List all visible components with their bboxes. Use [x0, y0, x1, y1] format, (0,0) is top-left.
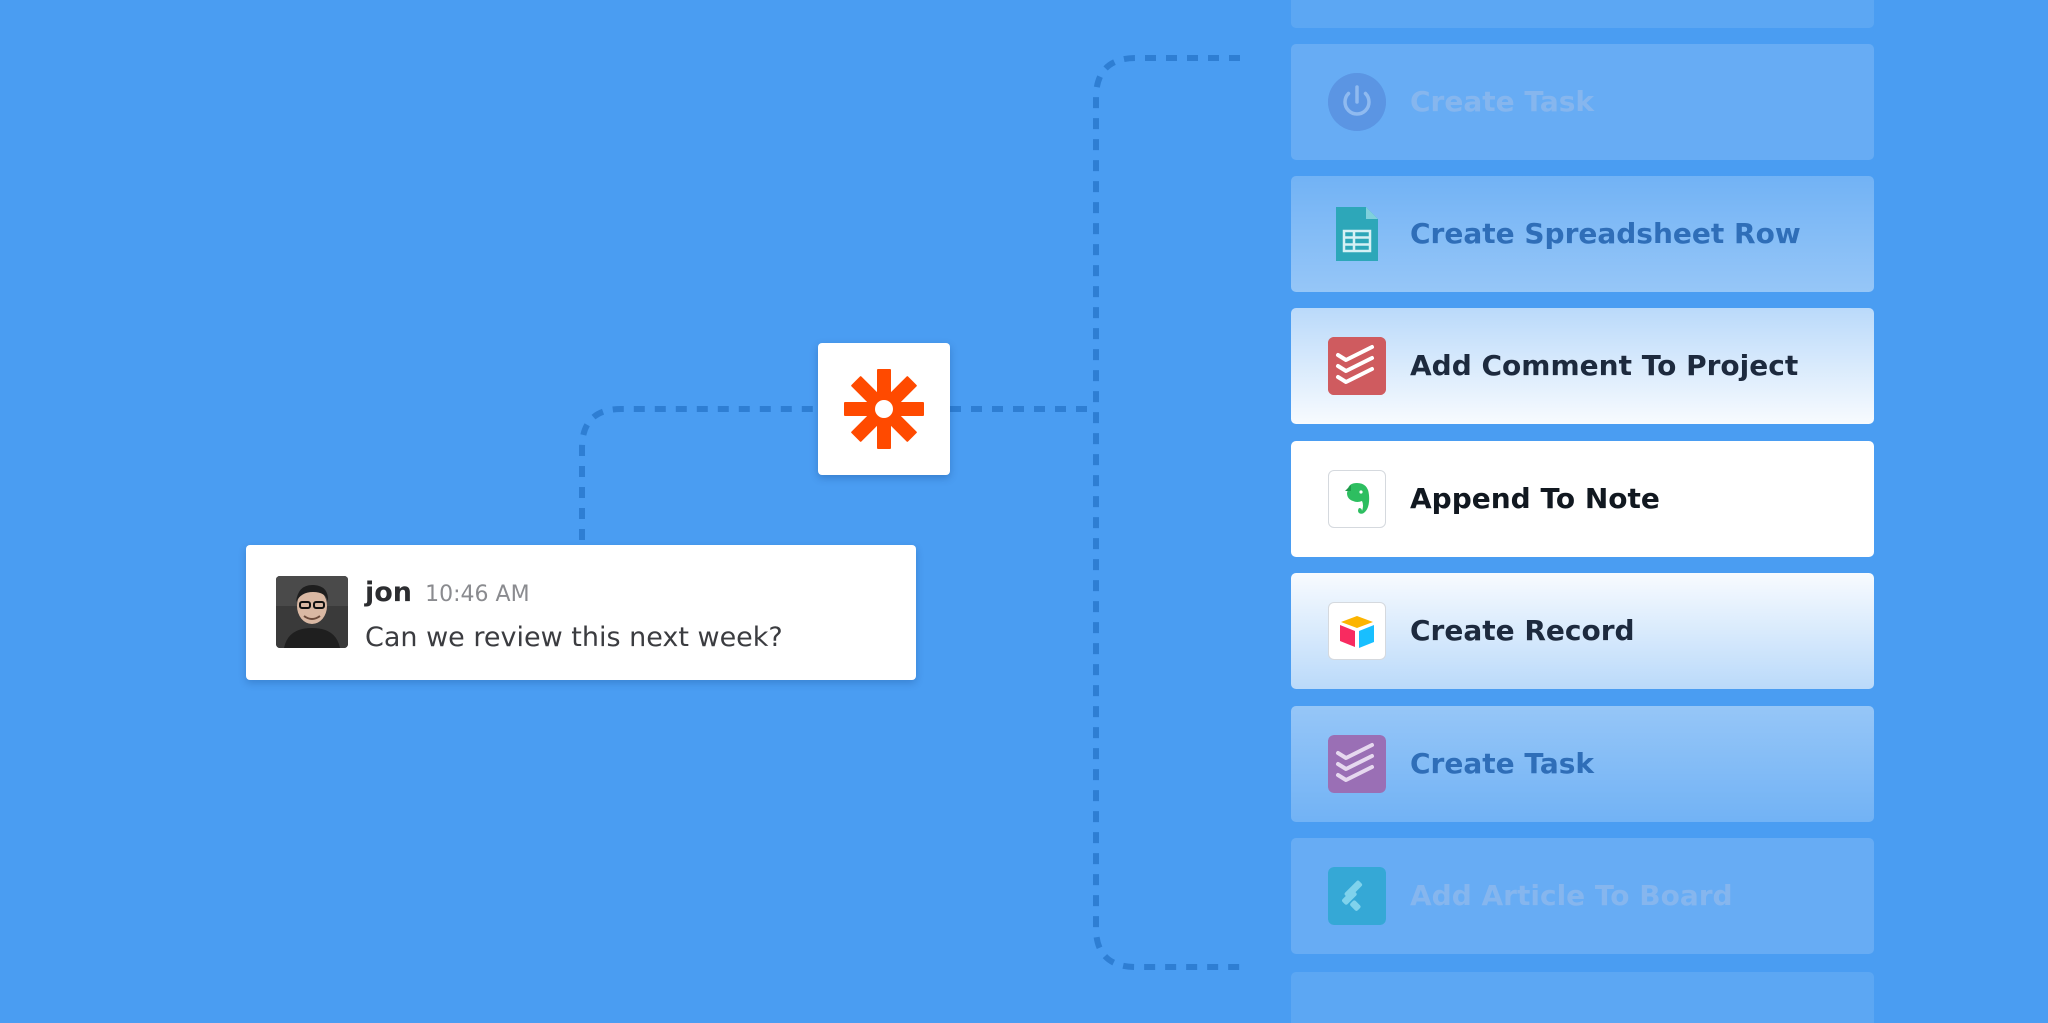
action-row-partial-top	[1291, 0, 1874, 28]
action-label: Add Comment To Project	[1410, 349, 1799, 382]
action-row-create-task-2[interactable]: Create Task	[1291, 706, 1874, 822]
action-label: Create Task	[1410, 747, 1595, 780]
action-label: Append To Note	[1410, 482, 1660, 515]
feedly-icon	[1328, 867, 1386, 925]
action-row-partial-bottom	[1291, 972, 1874, 1023]
chat-message-card[interactable]: jon 10:46 AM Can we review this next wee…	[246, 545, 916, 680]
zapier-hub[interactable]	[818, 343, 950, 475]
message-text: Can we review this next week?	[365, 622, 783, 653]
todoist-icon	[1328, 337, 1386, 395]
user-avatar-icon	[276, 576, 348, 648]
action-label: Create Spreadsheet Row	[1410, 217, 1801, 250]
connector-branch-vertical	[1093, 55, 1240, 970]
action-row-append-to-note[interactable]: Append To Note	[1291, 441, 1874, 557]
message-timestamp[interactable]: 10:46 AM	[425, 582, 529, 607]
message-username[interactable]: jon	[365, 577, 412, 608]
spreadsheet-icon	[1328, 205, 1386, 263]
evernote-icon	[1328, 470, 1386, 528]
action-label: Create Record	[1410, 614, 1635, 647]
action-row-add-article-to-board[interactable]: Add Article To Board	[1291, 838, 1874, 954]
action-label: Create Task	[1410, 85, 1595, 118]
action-row-create-task-1[interactable]: Create Task	[1291, 44, 1874, 160]
connector-message-to-hub	[579, 406, 818, 540]
avatar	[276, 576, 348, 648]
action-list: Create Task Create Spreadsheet Row Add C…	[1291, 0, 1874, 1023]
airtable-icon	[1328, 602, 1386, 660]
power-icon	[1328, 73, 1386, 131]
todoist-icon	[1328, 735, 1386, 793]
action-label: Add Article To Board	[1410, 879, 1733, 912]
action-row-create-record[interactable]: Create Record	[1291, 573, 1874, 689]
message-header: jon 10:46 AM	[365, 577, 530, 608]
zapier-asterisk-icon	[844, 369, 924, 449]
action-row-add-comment-to-project[interactable]: Add Comment To Project	[1291, 308, 1874, 424]
action-row-create-spreadsheet-row[interactable]: Create Spreadsheet Row	[1291, 176, 1874, 292]
